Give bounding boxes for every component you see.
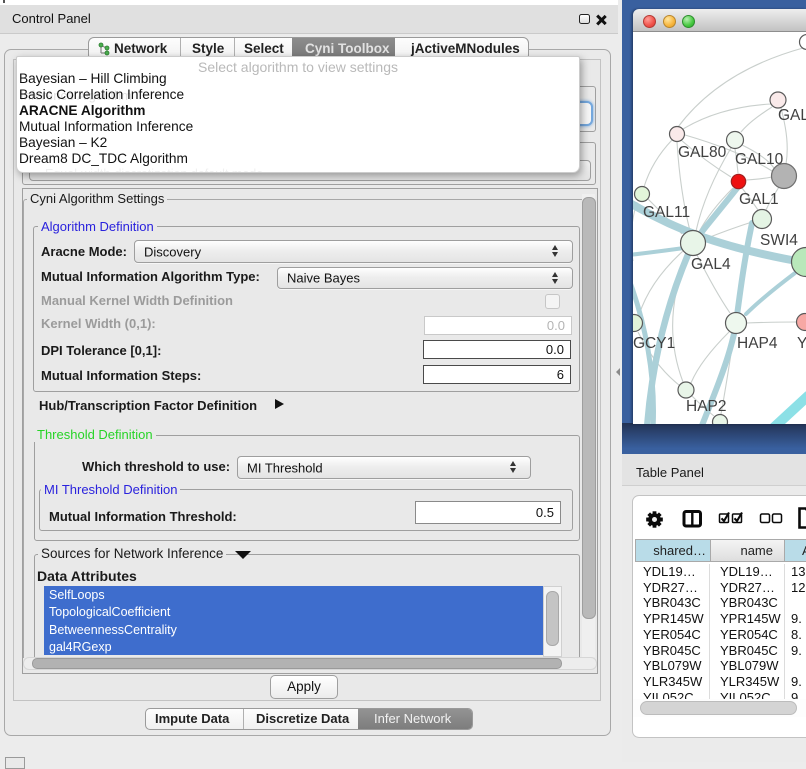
svg-text:SWI4: SWI4 — [760, 232, 798, 249]
svg-text:GAL10: GAL10 — [735, 151, 784, 168]
svg-text:GAL11: GAL11 — [643, 204, 690, 221]
svg-text:GAL1: GAL1 — [739, 191, 779, 208]
svg-text:GAL7: GAL7 — [778, 107, 806, 124]
svg-text:Y: Y — [797, 335, 806, 352]
svg-text:HAP2: HAP2 — [686, 398, 727, 415]
svg-text:GAL80: GAL80 — [678, 144, 727, 161]
svg-text:GCY1: GCY1 — [633, 335, 675, 352]
svg-text:GAL4: GAL4 — [691, 256, 731, 273]
svg-text:HAP4: HAP4 — [737, 335, 778, 352]
